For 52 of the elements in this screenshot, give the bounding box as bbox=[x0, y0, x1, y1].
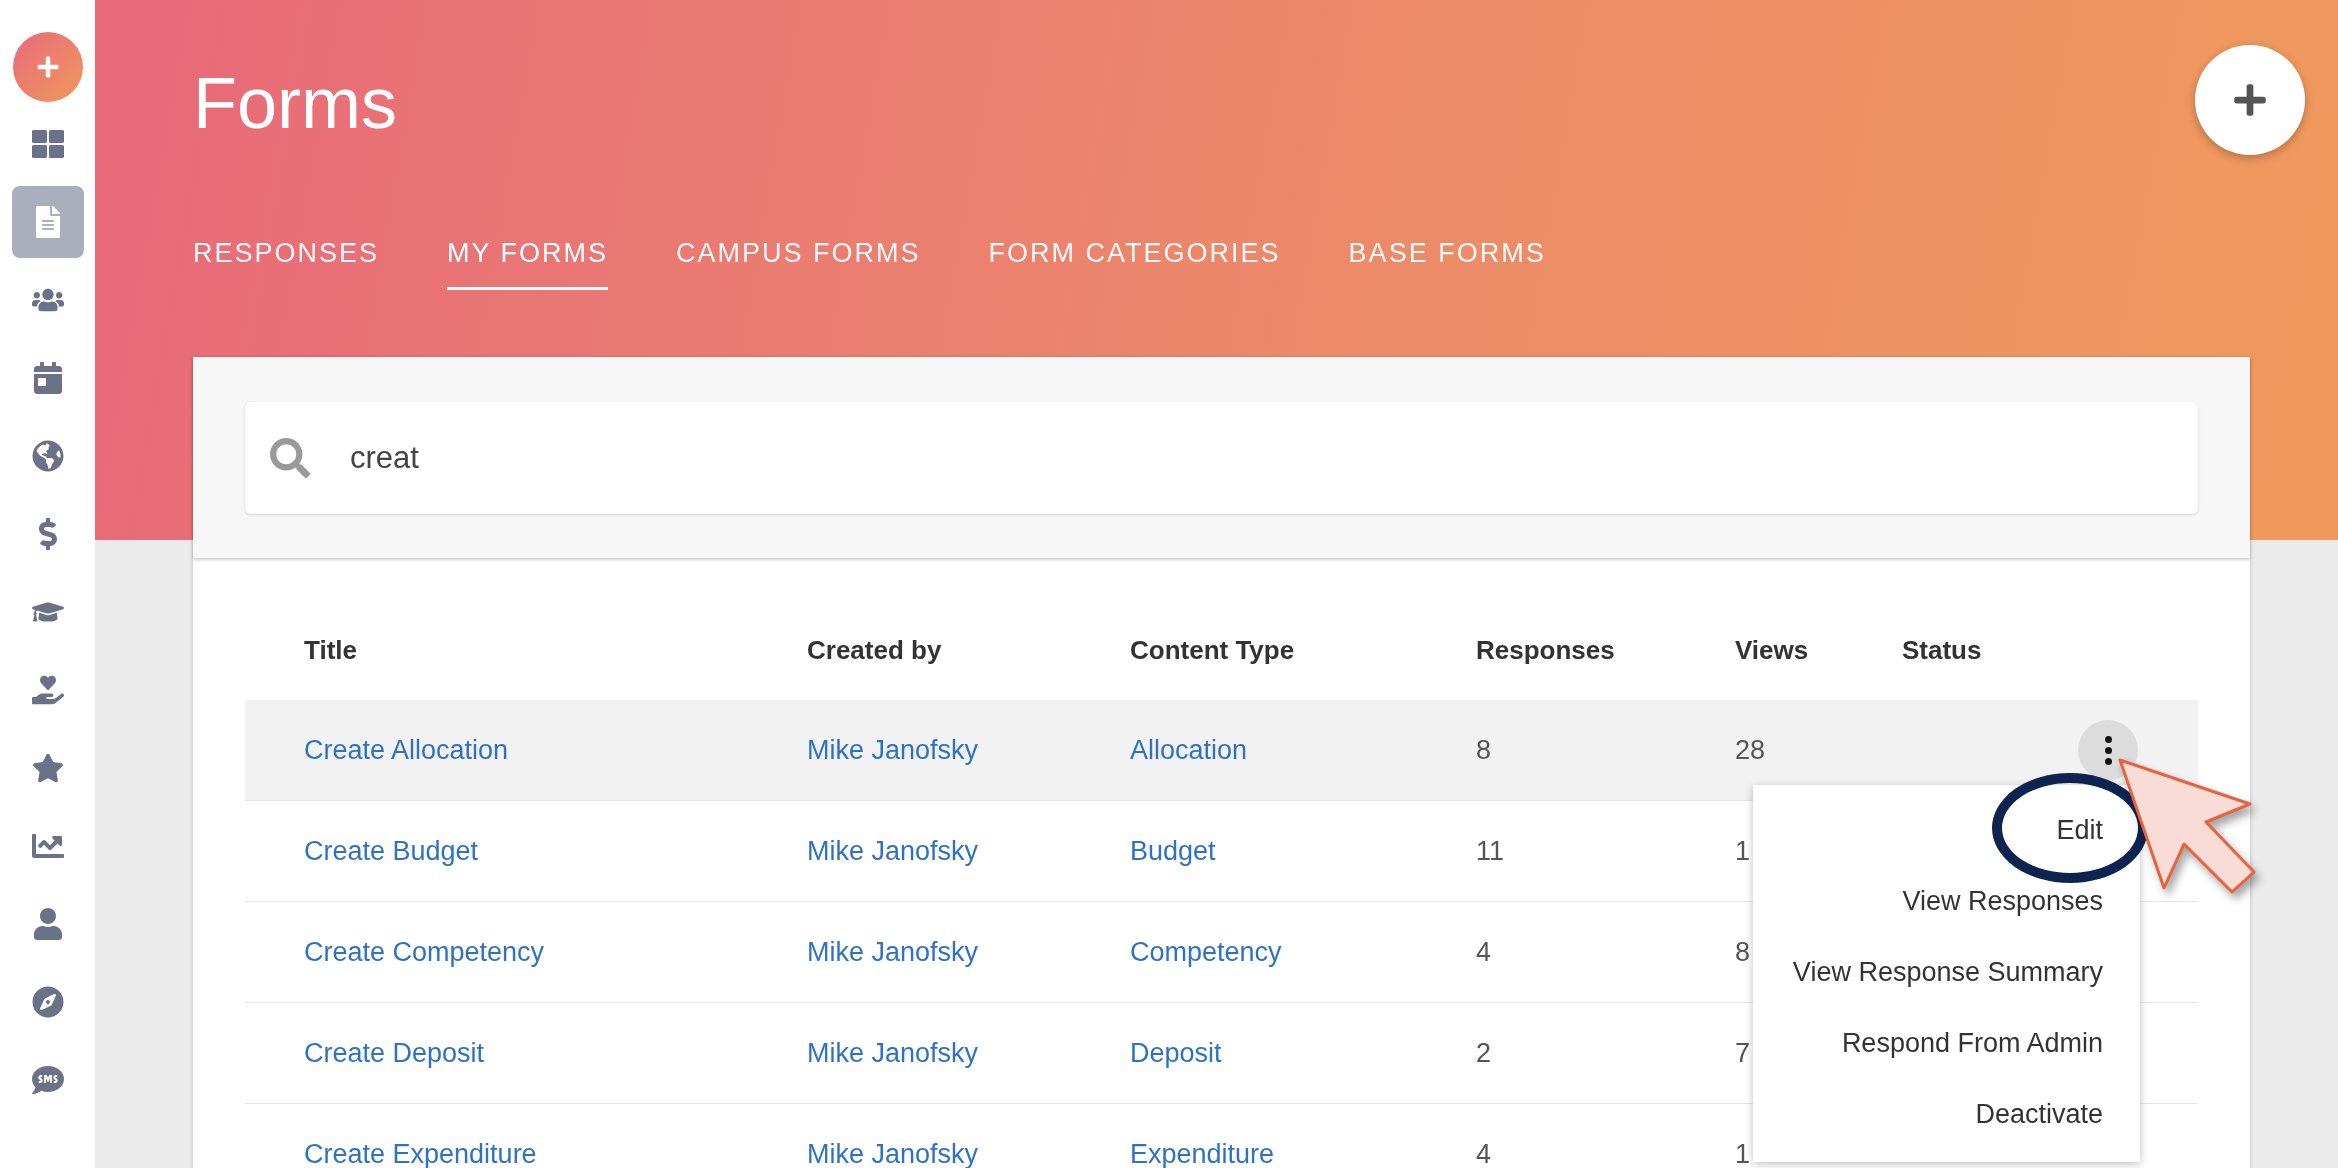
content-type-link[interactable]: Deposit bbox=[1130, 1037, 1222, 1069]
table-cell: 8 bbox=[1476, 734, 1492, 766]
column-header: Content Type bbox=[1130, 634, 1296, 666]
form-title-link[interactable]: Create Allocation bbox=[304, 734, 509, 766]
plus-icon bbox=[2232, 82, 2268, 118]
table-cell: 28 bbox=[1735, 734, 1766, 766]
tab[interactable]: CAMPUS FORMS bbox=[676, 224, 921, 290]
content-type-link[interactable]: Expenditure bbox=[1130, 1138, 1275, 1168]
form-title-link[interactable]: Create Deposit bbox=[304, 1037, 485, 1069]
menu-item[interactable]: Deactivate bbox=[1753, 1079, 2140, 1150]
search-icon bbox=[270, 438, 310, 478]
table-cell: 7 bbox=[1735, 1037, 1751, 1069]
menu-item[interactable]: View Responses bbox=[1753, 866, 2140, 937]
table-cell: 1 bbox=[1735, 835, 1751, 867]
table-cell: 4 bbox=[1476, 936, 1492, 968]
sms-bubble-icon bbox=[31, 1064, 64, 1096]
author-link[interactable]: Mike Janofsky bbox=[807, 1138, 979, 1168]
content-type-link[interactable]: Competency bbox=[1130, 936, 1282, 968]
table-cell: 1 bbox=[1735, 1138, 1751, 1168]
table-cell: 8 bbox=[1735, 936, 1751, 968]
page-title: Forms bbox=[193, 62, 397, 144]
author-link[interactable]: Mike Janofsky bbox=[807, 734, 979, 766]
author-link[interactable]: Mike Janofsky bbox=[807, 1037, 979, 1069]
content-type-link[interactable]: Budget bbox=[1130, 835, 1216, 867]
form-title-link[interactable]: Create Competency bbox=[304, 936, 545, 968]
author-link[interactable]: Mike Janofsky bbox=[807, 936, 979, 968]
table-cell: 2 bbox=[1476, 1037, 1492, 1069]
column-header: Responses bbox=[1476, 634, 1616, 666]
hand-heart-icon bbox=[31, 674, 64, 706]
grid-icon bbox=[31, 128, 64, 160]
search-field[interactable]: creat bbox=[245, 402, 2198, 514]
star-icon bbox=[31, 752, 64, 784]
column-header: Views bbox=[1735, 634, 1810, 666]
menu-item[interactable]: View Response Summary bbox=[1753, 937, 2140, 1008]
content-type-link[interactable]: Allocation bbox=[1130, 734, 1248, 766]
table-cell: 11 bbox=[1476, 835, 1505, 867]
column-header: Title bbox=[304, 634, 358, 666]
column-header: Created by bbox=[807, 634, 943, 666]
menu-item[interactable]: Respond From Admin bbox=[1753, 1008, 2140, 1079]
globe-icon bbox=[31, 440, 64, 472]
form-title-link[interactable]: Create Expenditure bbox=[304, 1138, 537, 1168]
tab[interactable]: MY FORMS bbox=[447, 224, 609, 290]
form-title-link[interactable]: Create Budget bbox=[304, 835, 479, 867]
author-link[interactable]: Mike Janofsky bbox=[807, 835, 979, 867]
column-header: Status bbox=[1902, 634, 1983, 666]
calendar-icon bbox=[31, 362, 64, 394]
tab[interactable]: RESPONSES bbox=[193, 224, 380, 290]
plus-icon bbox=[35, 55, 60, 79]
tab[interactable]: FORM CATEGORIES bbox=[988, 224, 1281, 290]
compass-icon bbox=[31, 986, 64, 1018]
table-cell: 4 bbox=[1476, 1138, 1492, 1168]
person-icon bbox=[31, 908, 64, 940]
